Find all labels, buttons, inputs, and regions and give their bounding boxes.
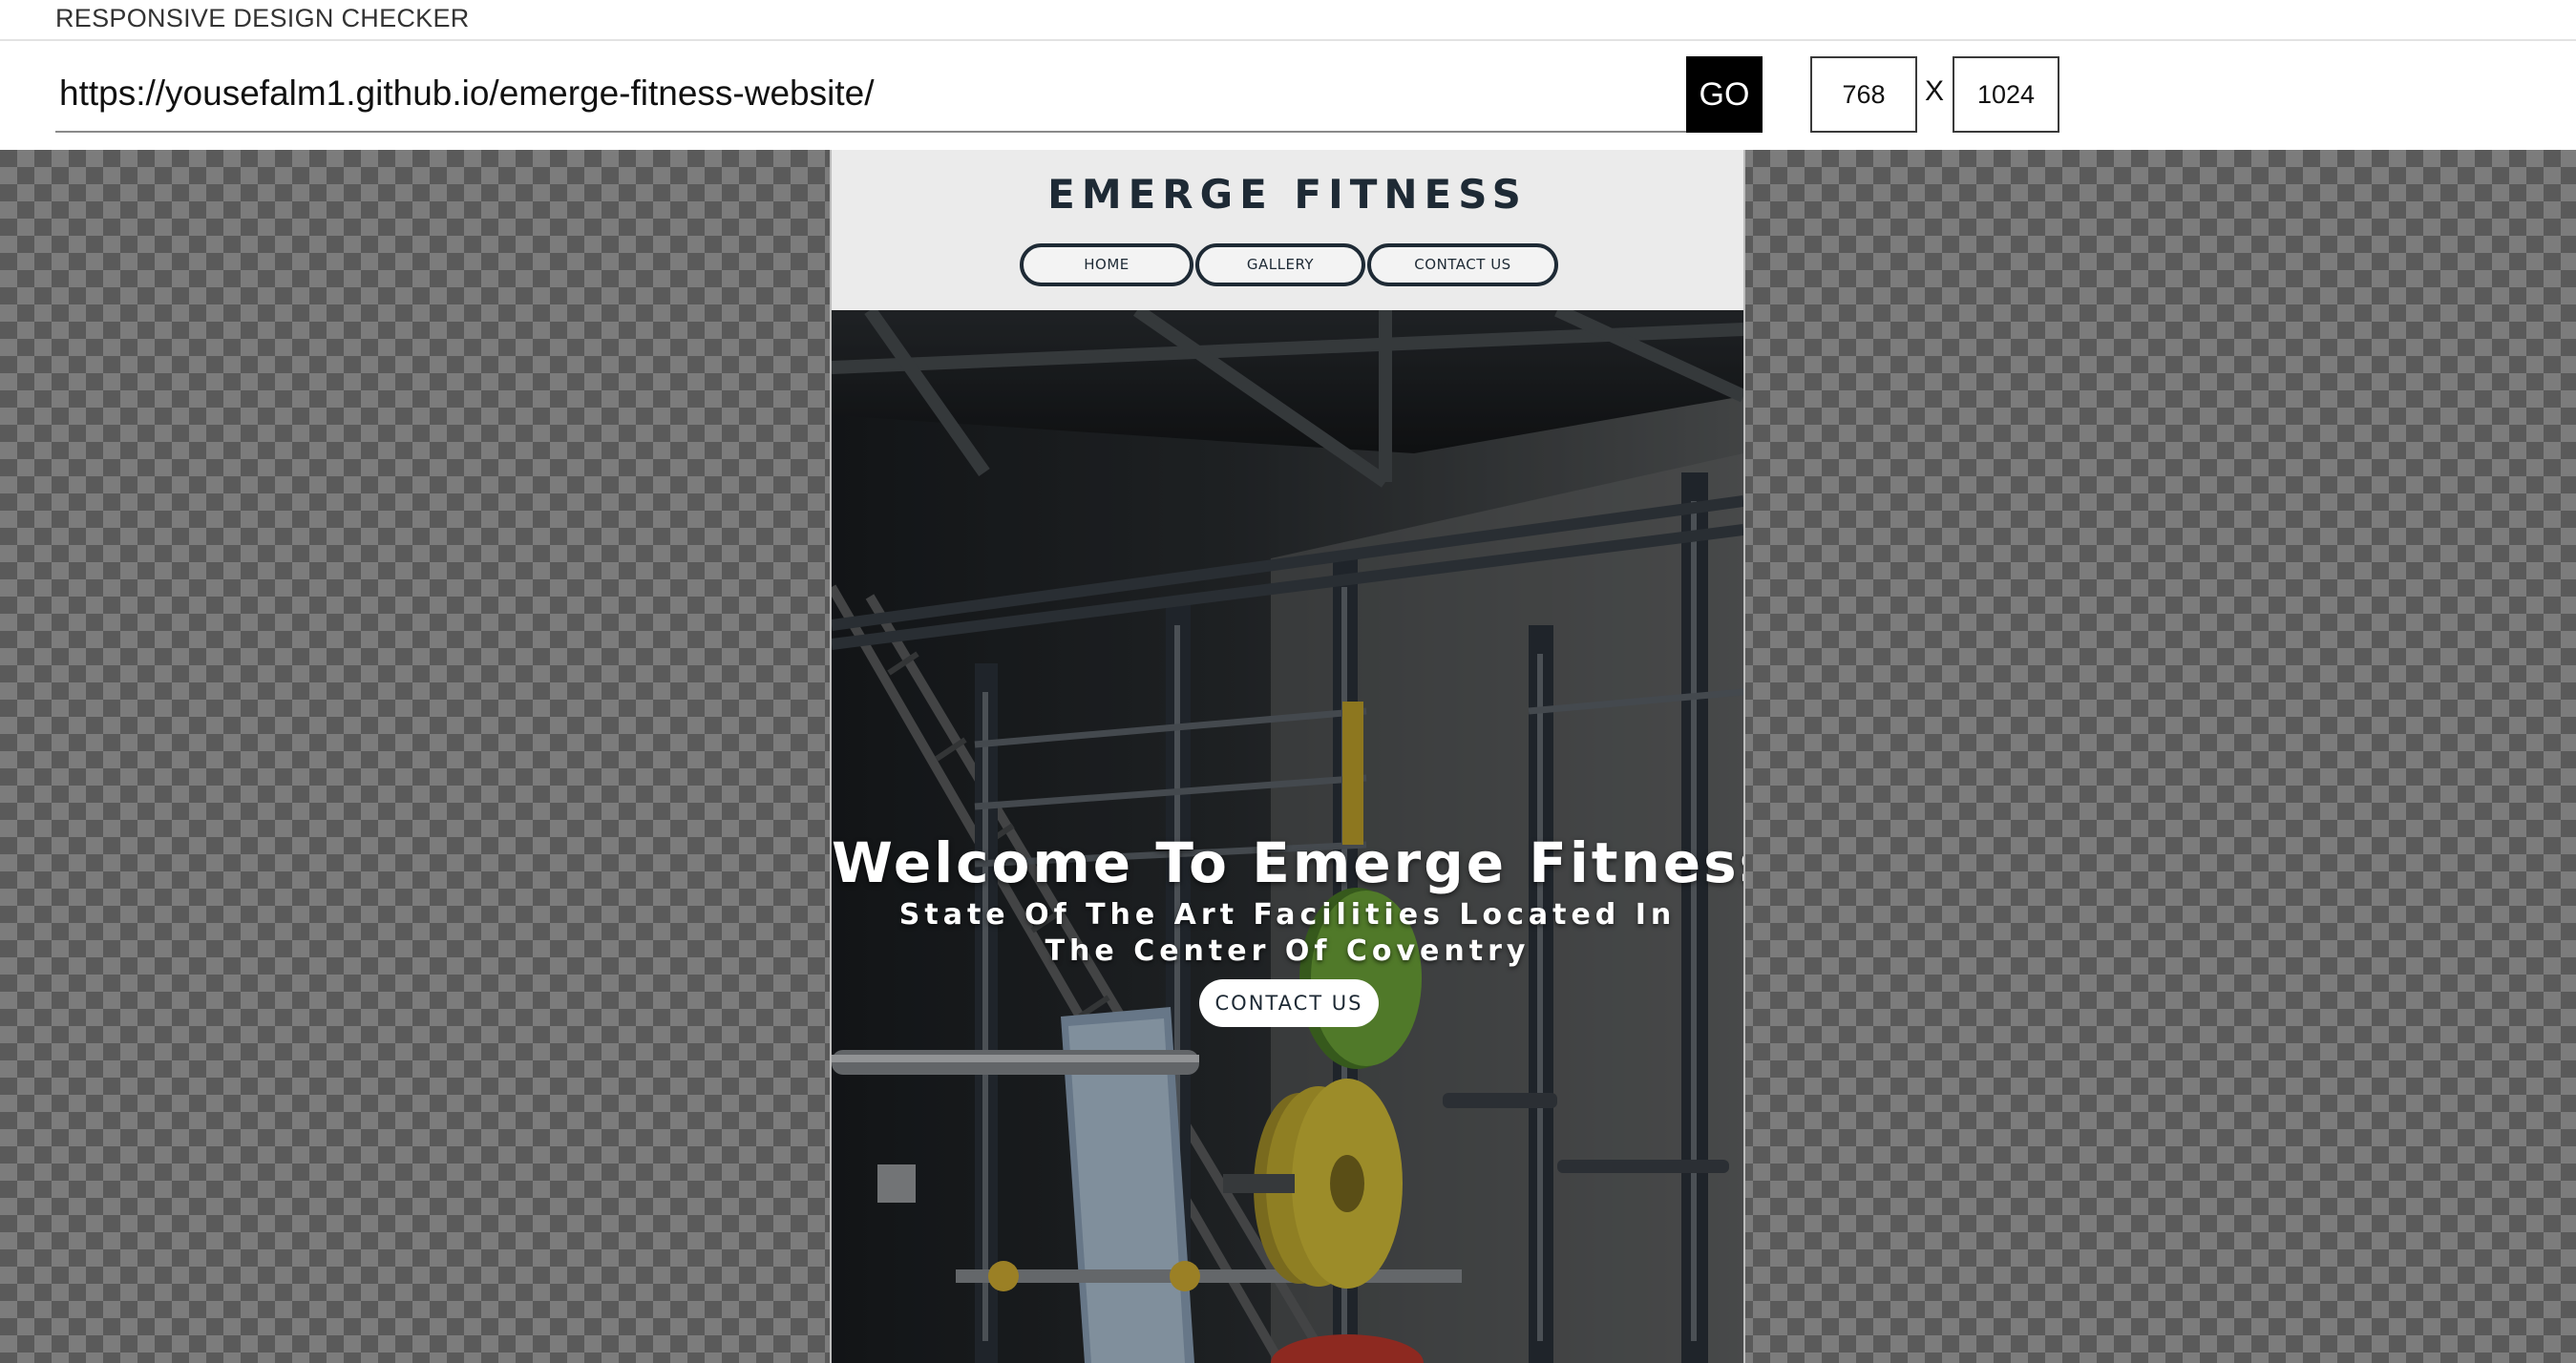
site-header: EMERGE FITNESS HOME GALLERY CONTACT US [832, 150, 1743, 310]
hero-section: Welcome To Emerge Fitness State Of The A… [832, 310, 1743, 1363]
site-nav: HOME GALLERY CONTACT US [832, 243, 1743, 287]
device-preview-frame[interactable]: EMERGE FITNESS HOME GALLERY CONTACT US W… [830, 150, 1745, 1363]
go-button[interactable]: GO [1686, 56, 1763, 133]
site-logo[interactable]: EMERGE FITNESS [832, 171, 1743, 218]
app-header: RESPONSIVE DESIGN CHECKER [0, 0, 2576, 41]
nav-contact-button[interactable]: CONTACT US [1367, 243, 1558, 286]
hero-contact-button[interactable]: CONTACT US [1199, 979, 1379, 1027]
width-input[interactable] [1810, 56, 1917, 133]
height-input[interactable] [1953, 56, 2059, 133]
hero-subtitle: State Of The Art Facilities Located In T… [898, 898, 1677, 968]
hero-title: Welcome To Emerge Fitness [832, 830, 1743, 895]
url-input[interactable] [55, 56, 1686, 133]
nav-gallery-button[interactable]: GALLERY [1195, 243, 1365, 286]
app-title: RESPONSIVE DESIGN CHECKER [55, 4, 470, 32]
nav-home-button[interactable]: HOME [1020, 243, 1193, 286]
toolbar: GO X [0, 41, 2576, 150]
dimension-separator: X [1924, 75, 1944, 107]
